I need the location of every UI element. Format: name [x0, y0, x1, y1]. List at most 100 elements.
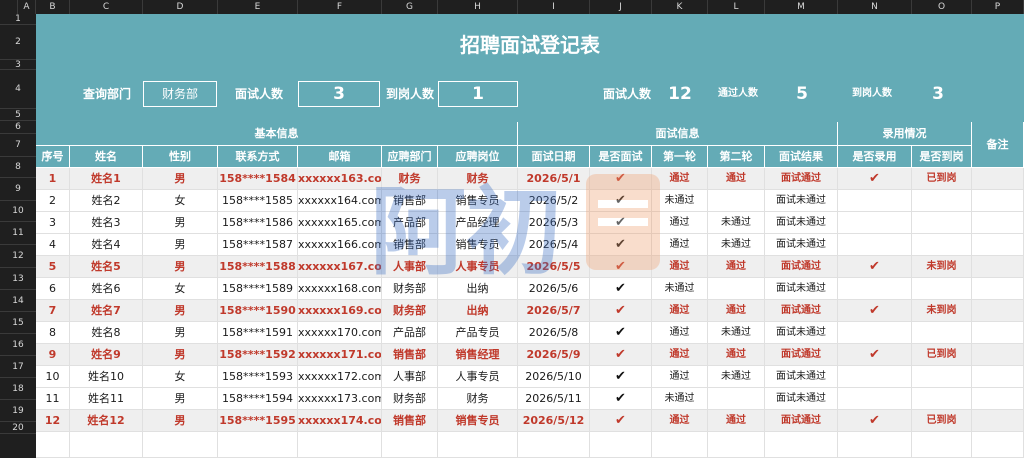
- table-cell-arrived[interactable]: [912, 212, 972, 234]
- table-cell-r1[interactable]: 通过: [652, 366, 708, 388]
- table-cell-post[interactable]: 财务: [438, 168, 518, 190]
- table-cell-date[interactable]: 2026/5/7: [518, 300, 590, 322]
- table-cell-r1[interactable]: 未通过: [652, 278, 708, 300]
- table-cell-dept[interactable]: 销售部: [382, 234, 438, 256]
- table-cell-name[interactable]: 姓名6: [70, 278, 143, 300]
- row-header-18[interactable]: 18: [0, 378, 36, 400]
- table-cell-interviewed[interactable]: ✔: [590, 278, 652, 300]
- table-cell-name[interactable]: 姓名8: [70, 322, 143, 344]
- table-cell-gender[interactable]: 男: [143, 410, 218, 432]
- table-cell-arrived[interactable]: 已到岗: [912, 410, 972, 432]
- row-header-16[interactable]: 16: [0, 334, 36, 356]
- table-cell-hired[interactable]: ✔: [838, 168, 912, 190]
- table-cell-gender[interactable]: 男: [143, 344, 218, 366]
- table-cell-arrived[interactable]: 已到岗: [912, 344, 972, 366]
- table-cell-remark[interactable]: [972, 388, 1024, 410]
- table-cell-email[interactable]: xxxxxx172.com: [298, 366, 382, 388]
- table-cell-hired[interactable]: ✔: [838, 410, 912, 432]
- table-cell-remark[interactable]: [972, 168, 1024, 190]
- table-cell-name[interactable]: 姓名4: [70, 234, 143, 256]
- table-cell-dept[interactable]: 产品部: [382, 212, 438, 234]
- table-cell-arrived[interactable]: [912, 366, 972, 388]
- row-header-8[interactable]: 8: [0, 157, 36, 178]
- table-cell-r2[interactable]: 通过: [708, 168, 765, 190]
- table-cell-no[interactable]: 4: [36, 234, 70, 256]
- table-cell-phone[interactable]: 158****1595: [218, 410, 298, 432]
- table-cell-post[interactable]: 销售专员: [438, 190, 518, 212]
- row-header-5[interactable]: 5: [0, 109, 36, 121]
- row-header-10[interactable]: 10: [0, 201, 36, 222]
- table-cell-name[interactable]: 姓名10: [70, 366, 143, 388]
- table-cell-dept[interactable]: 产品部: [382, 322, 438, 344]
- table-cell-remark[interactable]: [972, 410, 1024, 432]
- table-cell-r1[interactable]: 通过: [652, 212, 708, 234]
- table-cell-phone[interactable]: 158****1587: [218, 234, 298, 256]
- table-cell-post[interactable]: 销售专员: [438, 234, 518, 256]
- empty-cell[interactable]: [972, 432, 1024, 458]
- table-cell-email[interactable]: xxxxxx166.com: [298, 234, 382, 256]
- row-header-17[interactable]: 17: [0, 356, 36, 378]
- empty-cell[interactable]: [382, 432, 438, 458]
- table-cell-arrived[interactable]: [912, 190, 972, 212]
- table-cell-email[interactable]: xxxxxx174.com: [298, 410, 382, 432]
- table-cell-interviewed[interactable]: ✔: [590, 168, 652, 190]
- table-cell-no[interactable]: 11: [36, 388, 70, 410]
- table-cell-gender[interactable]: 男: [143, 388, 218, 410]
- table-cell-email[interactable]: xxxxxx173.com: [298, 388, 382, 410]
- table-cell-gender[interactable]: 女: [143, 366, 218, 388]
- table-cell-gender[interactable]: 男: [143, 300, 218, 322]
- table-cell-post[interactable]: 销售专员: [438, 410, 518, 432]
- table-cell-interviewed[interactable]: ✔: [590, 344, 652, 366]
- table-cell-dept[interactable]: 财务部: [382, 300, 438, 322]
- table-cell-email[interactable]: xxxxxx170.com: [298, 322, 382, 344]
- table-cell-email[interactable]: xxxxxx167.com: [298, 256, 382, 278]
- empty-cell[interactable]: [438, 432, 518, 458]
- table-cell-hired[interactable]: ✔: [838, 344, 912, 366]
- row-header-4[interactable]: 4: [0, 70, 36, 109]
- row-header-3[interactable]: 3: [0, 60, 36, 70]
- row-header-2[interactable]: 2: [0, 25, 36, 60]
- table-cell-r1[interactable]: 通过: [652, 410, 708, 432]
- table-cell-dept[interactable]: 财务: [382, 168, 438, 190]
- table-cell-arrived[interactable]: [912, 278, 972, 300]
- table-cell-result[interactable]: 面试未通过: [765, 366, 838, 388]
- table-cell-remark[interactable]: [972, 344, 1024, 366]
- column-header-c[interactable]: C: [70, 0, 143, 14]
- column-header-g[interactable]: G: [382, 0, 438, 14]
- table-cell-name[interactable]: 姓名3: [70, 212, 143, 234]
- table-cell-gender[interactable]: 男: [143, 168, 218, 190]
- table-cell-name[interactable]: 姓名2: [70, 190, 143, 212]
- table-cell-post[interactable]: 出纳: [438, 300, 518, 322]
- column-header-d[interactable]: D: [143, 0, 218, 14]
- interview-count-value[interactable]: 3: [298, 81, 380, 107]
- empty-cell[interactable]: [765, 432, 838, 458]
- dept-query-input[interactable]: 财务部: [143, 81, 217, 107]
- table-cell-date[interactable]: 2026/5/6: [518, 278, 590, 300]
- table-cell-remark[interactable]: [972, 234, 1024, 256]
- table-cell-name[interactable]: 姓名9: [70, 344, 143, 366]
- table-cell-result[interactable]: 面试未通过: [765, 190, 838, 212]
- table-cell-hired[interactable]: [838, 388, 912, 410]
- table-cell-email[interactable]: xxxxxx168.com: [298, 278, 382, 300]
- table-cell-result[interactable]: 面试通过: [765, 168, 838, 190]
- table-cell-hired[interactable]: [838, 234, 912, 256]
- table-cell-result[interactable]: 面试未通过: [765, 212, 838, 234]
- table-cell-remark[interactable]: [972, 300, 1024, 322]
- table-cell-name[interactable]: 姓名5: [70, 256, 143, 278]
- empty-cell[interactable]: [298, 432, 382, 458]
- table-cell-hired[interactable]: [838, 190, 912, 212]
- table-cell-dept[interactable]: 财务部: [382, 388, 438, 410]
- table-cell-r1[interactable]: 通过: [652, 256, 708, 278]
- column-header-e[interactable]: E: [218, 0, 298, 14]
- table-cell-arrived[interactable]: [912, 322, 972, 344]
- table-cell-interviewed[interactable]: ✔: [590, 366, 652, 388]
- table-cell-r1[interactable]: 通过: [652, 168, 708, 190]
- table-cell-remark[interactable]: [972, 190, 1024, 212]
- table-cell-interviewed[interactable]: ✔: [590, 388, 652, 410]
- row-header-6[interactable]: 6: [0, 121, 36, 134]
- table-cell-gender[interactable]: 男: [143, 256, 218, 278]
- table-cell-r2[interactable]: 通过: [708, 344, 765, 366]
- table-cell-hired[interactable]: [838, 278, 912, 300]
- table-cell-r2[interactable]: 未通过: [708, 366, 765, 388]
- column-header-p[interactable]: P: [972, 0, 1024, 14]
